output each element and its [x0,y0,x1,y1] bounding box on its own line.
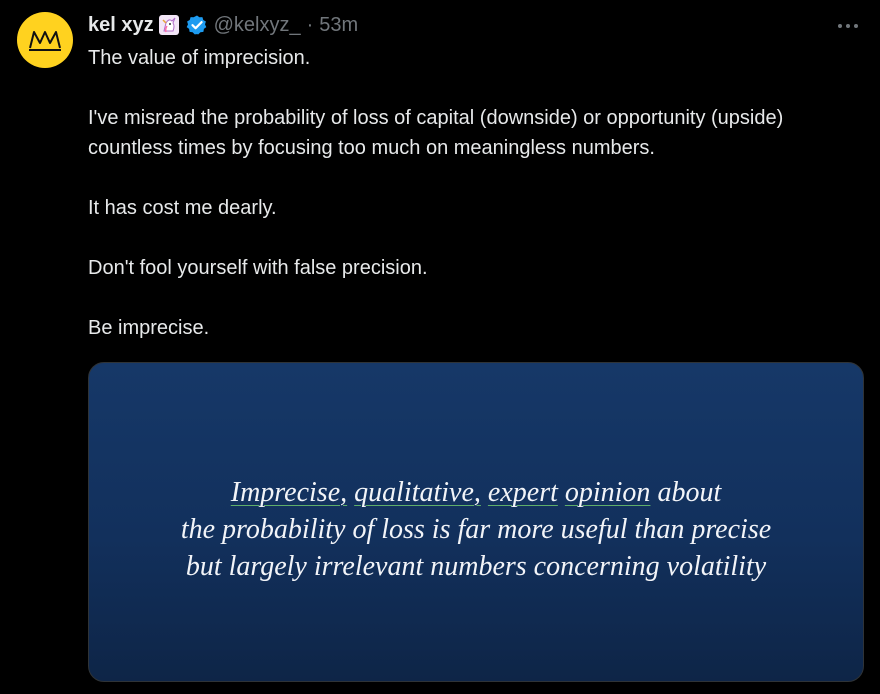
slide-line-3: but largely irrelevant numbers concernin… [185,550,767,582]
slide-word: opinion [564,476,651,508]
tweet-paragraph: Don't fool yourself with false precision… [88,257,428,279]
tweet-paragraph: The value of imprecision. [88,47,311,69]
crown-logo [29,31,61,51]
more-options-icon[interactable] [834,14,862,38]
tweet-paragraph: It has cost me dearly. [88,197,277,219]
tweet: kel xyz @kelxyz_ · 53m The value of impr… [0,0,880,694]
separator-dot: · [306,13,314,36]
slide-quote: Imprecise, qualitative, expert opinion a… [181,474,771,585]
slide-word: qualitative, [354,476,481,508]
tweet-header: kel xyz @kelxyz_ · 53m [88,12,358,38]
author-handle[interactable]: @kelxyz_ [214,14,301,37]
display-name[interactable]: kel xyz [88,14,154,37]
slide-line-2: the probability of loss is far more usef… [180,513,772,545]
unicorn-emoji-icon [158,14,180,36]
tweet-paragraph: Be imprecise. [88,317,210,339]
slide-line-1: Imprecise, qualitative, expert opinion a… [181,474,771,511]
slide-word: expert [487,476,558,508]
media-image[interactable]: Imprecise, qualitative, expert opinion a… [88,362,864,682]
slide-word: about [657,476,722,508]
tweet-text: The value of imprecision. I've misread t… [88,43,858,343]
tweet-paragraph: I've misread the probability of loss of … [88,107,784,159]
verified-check-icon[interactable] [186,14,208,36]
timestamp[interactable]: 53m [319,14,358,37]
avatar[interactable] [17,12,73,68]
slide-word: Imprecise, [230,476,348,508]
